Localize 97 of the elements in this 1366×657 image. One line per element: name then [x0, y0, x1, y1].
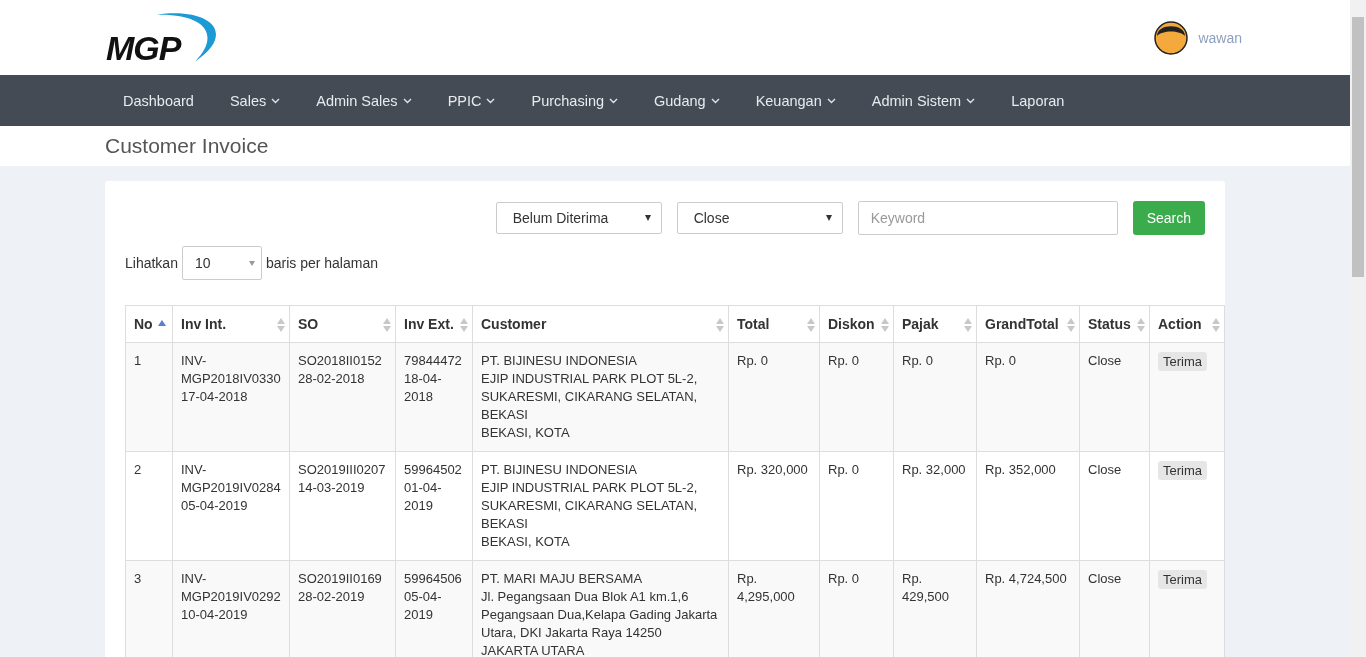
- table-cell: 3: [125, 560, 173, 657]
- table-cell-text: 05-04-2019: [404, 588, 443, 624]
- scrollbar[interactable]: [1350, 0, 1366, 657]
- table-cell: Close: [1079, 560, 1150, 657]
- table-cell-text: SO2018II0152: [298, 352, 383, 370]
- table-cell: INV-MGP2019IV0284: [181, 461, 281, 497]
- sort-icon: [964, 318, 972, 332]
- sort-icon: [1067, 318, 1075, 332]
- show-label: Lihatkan: [125, 255, 178, 271]
- sort-icon: [277, 318, 285, 332]
- table-cell-text: 28-02-2018: [298, 370, 366, 388]
- company-logo[interactable]: MGP: [104, 6, 229, 69]
- table-cell: Rp. 352,000: [976, 451, 1080, 561]
- page-title: Customer Invoice: [105, 134, 269, 158]
- table-cell-text: 79844472: [404, 352, 463, 370]
- table-cell: Rp. 4,724,500: [976, 560, 1080, 657]
- nav-menu-item[interactable]: Gudang: [636, 92, 738, 109]
- nav-menu-item[interactable]: Laporan: [993, 92, 1083, 109]
- table-cell-text: BEKASI, KOTA: [481, 533, 571, 551]
- table-cell-text: EJIP INDUSTRIAL PARK PLOT 5L-2, SUKARESMI, CIKARANG SELATAN, BEKASI: [481, 370, 699, 424]
- table-cell-text: 14-03-2019: [298, 479, 366, 497]
- table-cell: Rp. 0: [819, 560, 894, 657]
- table-cell: Rp. 32,000: [893, 451, 977, 561]
- receive-button[interactable]: Terima: [1158, 352, 1207, 371]
- column-header[interactable]: No: [125, 305, 173, 343]
- caret-icon: [966, 97, 976, 104]
- status-dropdown[interactable]: Close: [676, 202, 843, 234]
- table-cell-text: JAKARTA UTARA: [481, 642, 586, 657]
- table-cell-text: 05-04-2019: [181, 497, 249, 515]
- table-cell: Rp. 320,000: [728, 451, 820, 561]
- table-cell: INV-MGP2018IV0330: [181, 352, 281, 388]
- table-cell: 2: [125, 451, 173, 561]
- table-cell: Rp. 429,500: [893, 560, 977, 657]
- table-cell: Close: [1079, 342, 1150, 452]
- nav-menu-item[interactable]: PPIC: [429, 92, 514, 109]
- table-cell: Rp. 0: [976, 342, 1080, 452]
- table-cell: Close: [1079, 451, 1150, 561]
- table-cell-text: 59964502: [404, 461, 463, 479]
- table-cell-text: EJIP INDUSTRIAL PARK PLOT 5L-2, SUKARESMI, CIKARANG SELATAN, BEKASI: [481, 479, 699, 533]
- caret-icon: [826, 97, 836, 104]
- table-cell-text: 59964506: [404, 570, 463, 588]
- table-cell: Rp. 0: [819, 342, 894, 452]
- keyword-field[interactable]: Keyword: [857, 201, 1118, 235]
- table-cell-text: 17-04-2018: [181, 388, 249, 406]
- column-header[interactable]: Pajak: [893, 305, 977, 343]
- column-header[interactable]: Status: [1079, 305, 1150, 343]
- receive-button[interactable]: Terima: [1158, 570, 1207, 589]
- column-header[interactable]: SO: [289, 305, 396, 343]
- receive-button[interactable]: Terima: [1158, 461, 1207, 480]
- scrollbar-thumb[interactable]: [1352, 17, 1364, 277]
- sort-ascending-icon: [158, 320, 166, 326]
- sort-icon: [383, 318, 391, 332]
- caret-icon: [486, 97, 496, 104]
- column-header[interactable]: Inv Ext.: [395, 305, 473, 343]
- table-cell-text: PT. MARI MAJU BERSAMA: [481, 570, 644, 588]
- nav-menu-item[interactable]: Sales: [211, 92, 299, 109]
- table-cell-text: 10-04-2019: [181, 606, 249, 624]
- column-header[interactable]: Diskon: [819, 305, 894, 343]
- sort-icon: [1212, 318, 1220, 332]
- caret-icon: [710, 97, 720, 104]
- column-header[interactable]: Action: [1149, 305, 1225, 343]
- column-header[interactable]: GrandTotal: [976, 305, 1080, 343]
- table-cell-text: BEKASI, KOTA: [481, 424, 571, 442]
- sort-icon: [1137, 318, 1145, 332]
- sort-icon: [716, 318, 724, 332]
- nav-menu-item[interactable]: Admin Sistem: [853, 92, 994, 109]
- sort-icon: [807, 318, 815, 332]
- table-cell: Rp. 0: [728, 342, 820, 452]
- column-header[interactable]: Total: [728, 305, 820, 343]
- table-cell: Rp. 0: [819, 451, 894, 561]
- nav-menu-item[interactable]: Admin Sales: [298, 92, 430, 109]
- nav-menu-item[interactable]: Dashboard: [105, 92, 212, 109]
- receive-status-dropdown[interactable]: Belum Diterima: [495, 202, 662, 234]
- table-cell: Rp. 4,295,000: [728, 560, 820, 657]
- caret-icon: [609, 97, 618, 104]
- nav-menu-item[interactable]: Keuangan: [737, 92, 854, 109]
- avatar-icon[interactable]: [1154, 20, 1189, 55]
- page-length-dropdown[interactable]: 10: [181, 246, 262, 280]
- table-cell-text: 18-04-2018: [404, 370, 443, 406]
- table-cell-text: Jl. Pegangsaan Dua Blok A1 km.1,6 Pegangsaan Dua,Kelapa Gading Jakarta Utara, DKI Jakarta Raya 14250: [481, 588, 719, 642]
- sort-icon: [460, 318, 468, 332]
- rows-per-page-label: baris per halaman: [265, 255, 378, 271]
- caret-icon: [402, 97, 412, 104]
- column-header[interactable]: Inv Int.: [172, 305, 290, 343]
- table-cell: SO2019III0207: [298, 461, 387, 479]
- table-cell-text: SO2019II0169: [298, 570, 383, 588]
- table-cell-text: 01-04-2019: [404, 479, 443, 515]
- table-cell-text: PT. BIJINESU INDONESIA: [481, 352, 639, 370]
- table-cell-text: PT. BIJINESU INDONESIA: [481, 461, 639, 479]
- sort-icon: [881, 318, 889, 332]
- nav-menu-item[interactable]: Purchasing: [513, 92, 636, 109]
- table-cell: Rp. 0: [893, 342, 977, 452]
- table-cell: INV-MGP2019IV0292: [181, 570, 281, 606]
- caret-icon: [271, 97, 281, 104]
- column-header[interactable]: Customer: [472, 305, 729, 343]
- table-cell: 1: [125, 342, 173, 452]
- table-cell-text: 28-02-2019: [298, 588, 366, 606]
